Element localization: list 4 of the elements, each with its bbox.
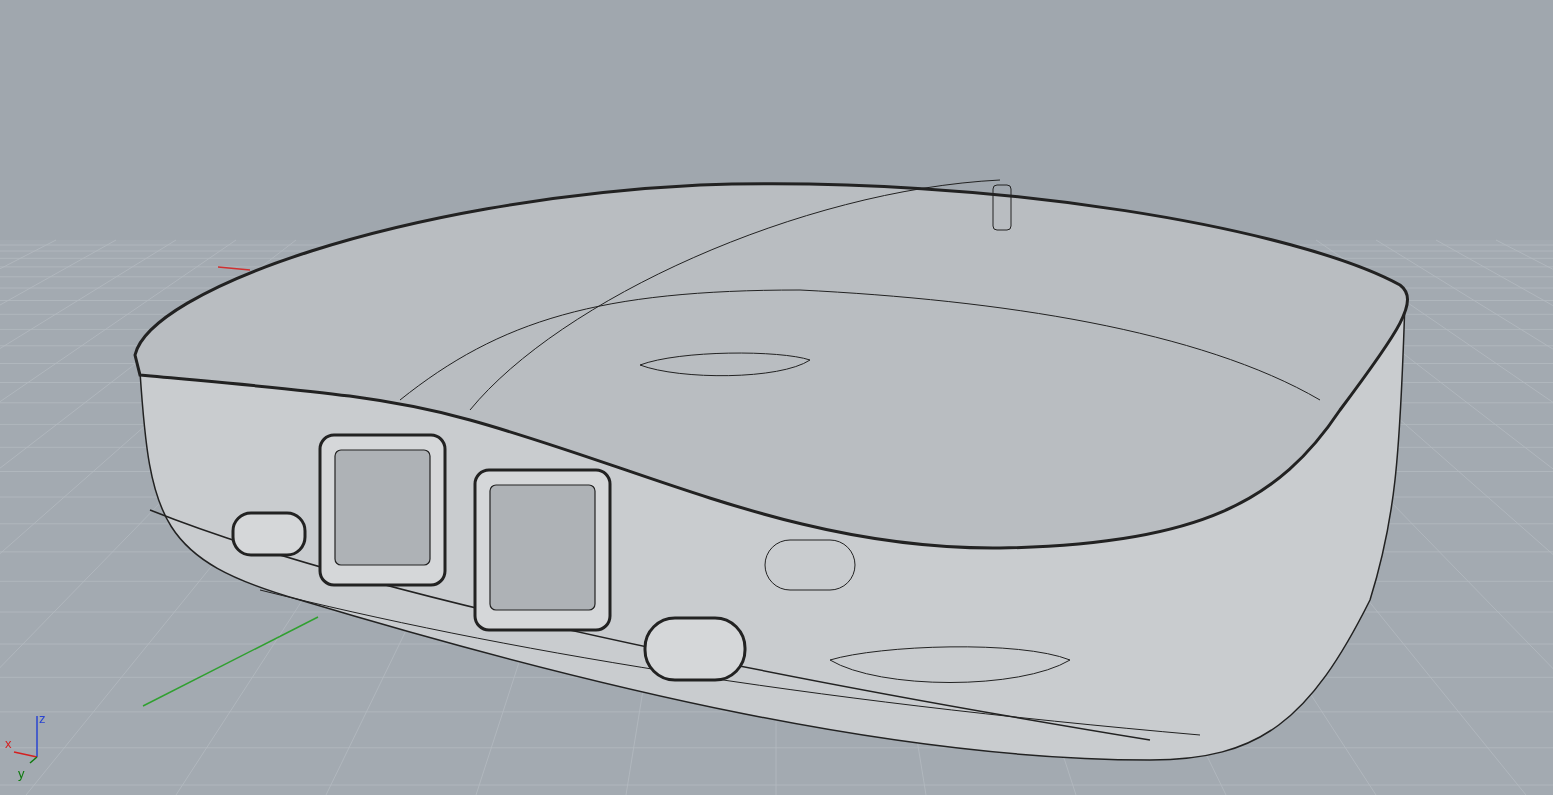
x-axis-line bbox=[217, 266, 251, 271]
axis-label: y bbox=[18, 766, 25, 781]
axis-label: z bbox=[39, 711, 46, 726]
axis-label: x bbox=[5, 736, 12, 751]
